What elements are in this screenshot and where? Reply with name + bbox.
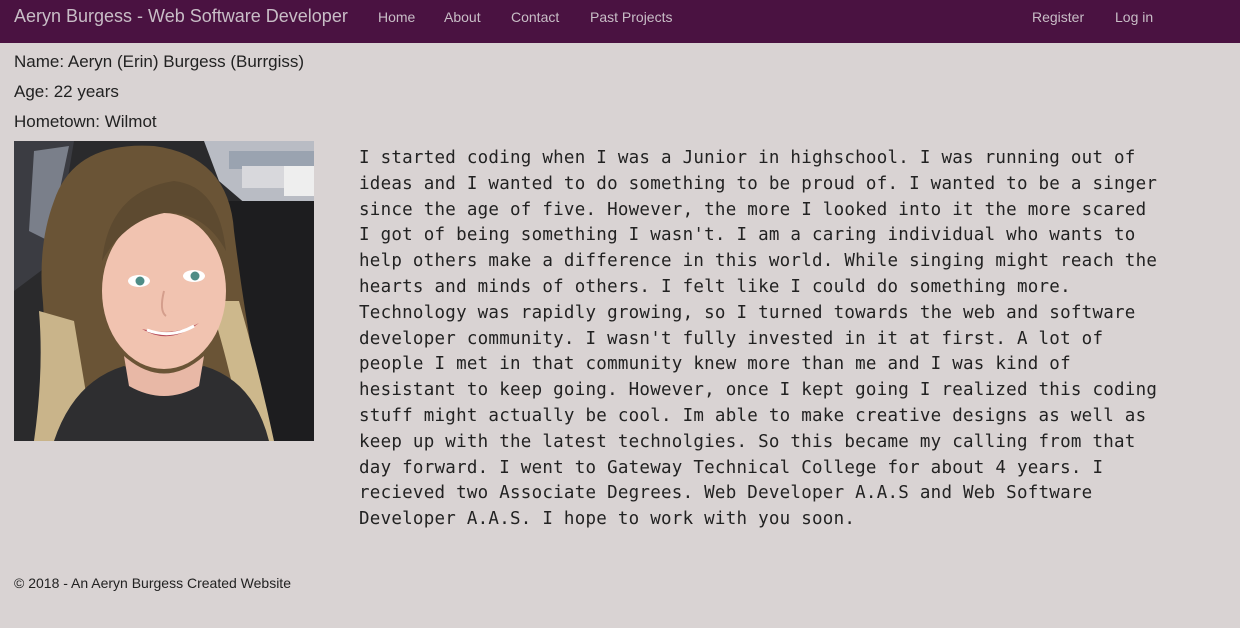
nav-register[interactable]: Register: [1032, 9, 1084, 25]
navbar: Aeryn Burgess - Web Software Developer H…: [0, 0, 1240, 43]
nav-login[interactable]: Log in: [1115, 9, 1153, 25]
profile-age: Age: 22 years: [14, 82, 119, 101]
profile-photo: [14, 141, 314, 441]
nav-home[interactable]: Home: [378, 9, 415, 25]
nav-about[interactable]: About: [444, 9, 481, 25]
profile-hometown: Hometown: Wilmot: [14, 112, 157, 131]
bio-text: I started coding when I was a Junior in …: [359, 148, 1158, 530]
brand-link[interactable]: Aeryn Burgess - Web Software Developer: [14, 6, 348, 27]
nav-contact[interactable]: Contact: [511, 9, 559, 25]
nav-past-projects[interactable]: Past Projects: [590, 9, 672, 25]
profile-name: Name: Aeryn (Erin) Burgess (Burrgiss): [14, 52, 305, 71]
footer-copyright: © 2018 - An Aeryn Burgess Created Websit…: [14, 575, 291, 591]
